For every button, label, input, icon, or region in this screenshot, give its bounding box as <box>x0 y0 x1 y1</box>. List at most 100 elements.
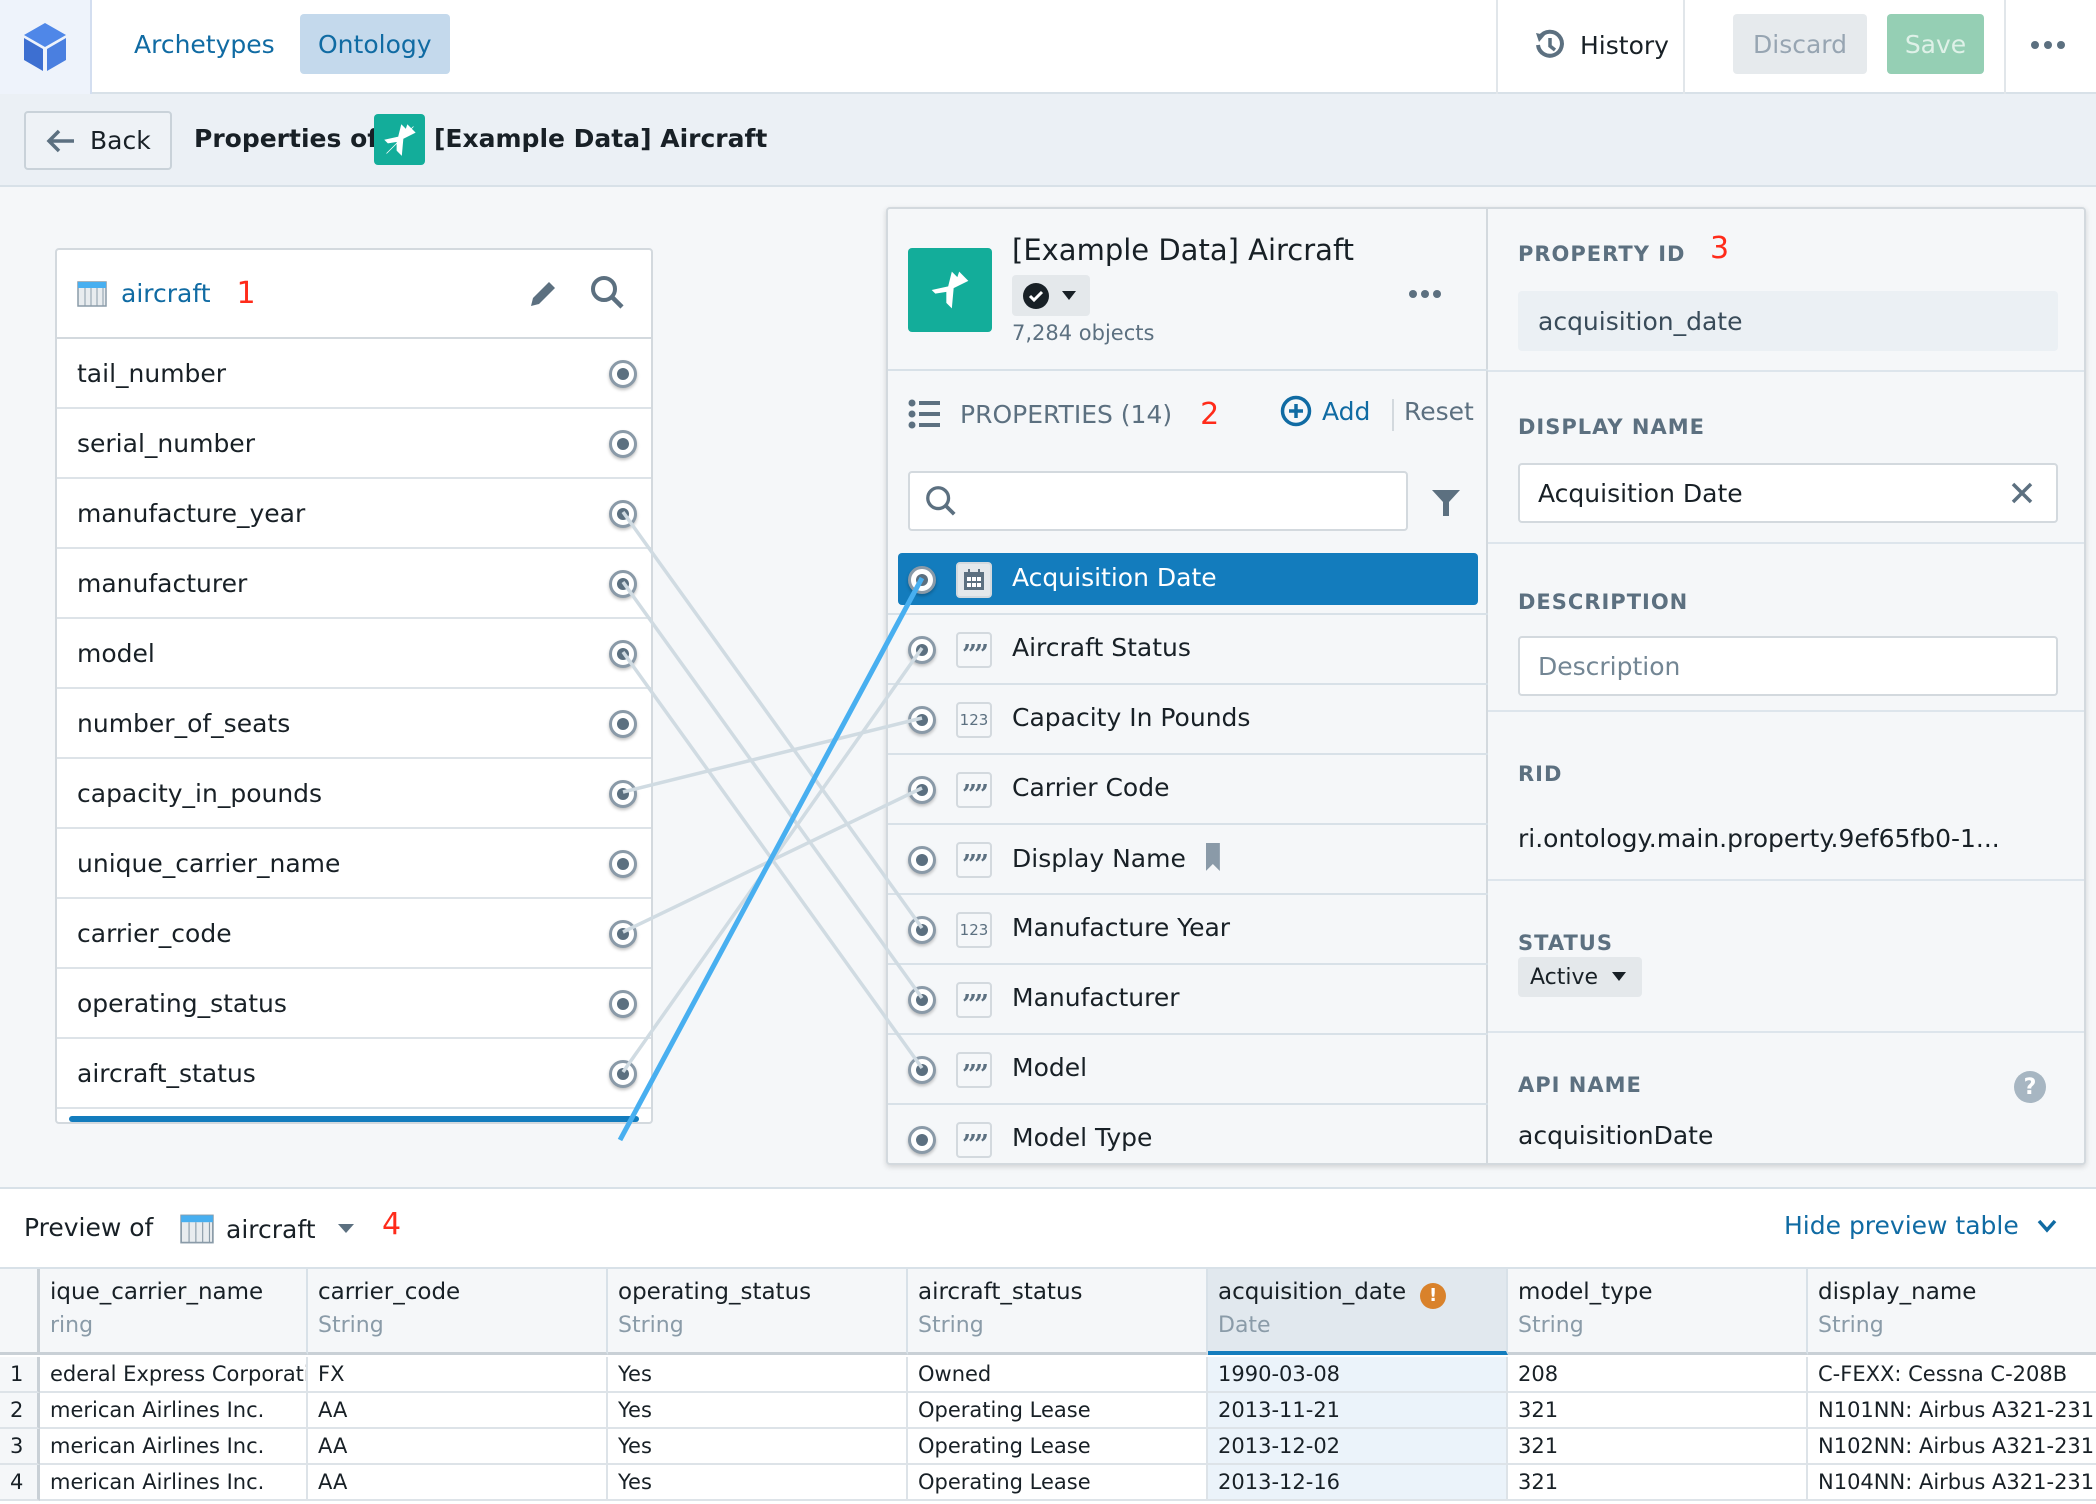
hide-preview-button[interactable]: Hide preview table <box>1784 1211 2057 1240</box>
table-cell[interactable]: Yes <box>608 1393 908 1429</box>
dataset-column-row[interactable]: model <box>57 619 651 689</box>
filter-button[interactable] <box>1428 485 1464 521</box>
connector-handle[interactable] <box>609 990 637 1018</box>
table-cell[interactable]: 321 <box>1508 1393 1808 1429</box>
help-icon[interactable]: ? <box>2014 1071 2046 1103</box>
dataset-column-row[interactable]: unique_carrier_name <box>57 829 651 899</box>
connector-handle[interactable] <box>609 850 637 878</box>
connector-handle[interactable] <box>609 640 637 668</box>
dataset-column-row[interactable]: serial_number <box>57 409 651 479</box>
connector-handle[interactable] <box>908 916 936 944</box>
connector-handle[interactable] <box>908 706 936 734</box>
dataset-column-row[interactable]: manufacture_year <box>57 479 651 549</box>
connector-handle[interactable] <box>609 1060 637 1088</box>
display-name-input[interactable]: Acquisition Date <box>1518 463 2058 523</box>
table-cell[interactable]: 208 <box>1508 1357 1808 1393</box>
column-header[interactable]: carrier_code String <box>308 1269 608 1355</box>
connector-handle[interactable] <box>908 636 936 664</box>
connector-handle[interactable] <box>609 920 637 948</box>
property-search-input[interactable] <box>908 471 1408 531</box>
more-options-button[interactable] <box>2020 28 2076 62</box>
reset-button[interactable]: Reset <box>1398 397 1480 426</box>
property-row[interactable]: 123 Manufacture Year <box>888 895 1488 965</box>
dataset-column-row[interactable]: capacity_in_pounds <box>57 759 651 829</box>
connector-handle[interactable] <box>908 566 936 594</box>
column-header[interactable]: acquisition_date! Date <box>1208 1269 1508 1355</box>
table-cell[interactable]: 321 <box>1508 1465 1808 1501</box>
discard-button[interactable]: Discard <box>1733 14 1867 74</box>
column-header[interactable]: display_name String <box>1808 1269 2096 1355</box>
table-cell[interactable]: C-FEXX: Cessna C-208B <box>1808 1357 2096 1393</box>
table-cell[interactable]: 2013-12-02 <box>1208 1429 1508 1465</box>
clear-button[interactable] <box>2006 477 2038 509</box>
property-row[interactable]: ”” Model Type <box>888 1105 1488 1163</box>
dataset-column-row[interactable]: tail_number <box>57 339 651 409</box>
connector-handle[interactable] <box>609 570 637 598</box>
description-input[interactable]: Description <box>1518 636 2058 696</box>
back-button[interactable]: Back <box>24 111 172 170</box>
connector-handle[interactable] <box>908 986 936 1014</box>
table-cell[interactable]: N104NN: Airbus A321-231 <box>1808 1465 2096 1501</box>
table-cell[interactable]: merican Airlines Inc. <box>40 1465 308 1501</box>
app-logo[interactable] <box>0 0 92 94</box>
status-dropdown[interactable]: Active <box>1518 957 1642 997</box>
table-cell[interactable]: Yes <box>608 1357 908 1393</box>
table-cell[interactable]: 2013-12-16 <box>1208 1465 1508 1501</box>
dataset-column-row[interactable]: aircraft_status <box>57 1039 651 1109</box>
table-cell[interactable]: 2013-11-21 <box>1208 1393 1508 1429</box>
table-cell[interactable]: Operating Lease <box>908 1465 1208 1501</box>
table-cell[interactable]: N101NN: Airbus A321-231 <box>1808 1393 2096 1429</box>
dataset-column-row[interactable]: manufacturer <box>57 549 651 619</box>
table-cell[interactable]: AA <box>308 1465 608 1501</box>
column-header[interactable]: operating_status String <box>608 1269 908 1355</box>
column-header[interactable]: ique_carrier_name ring <box>40 1269 308 1355</box>
object-more-button[interactable] <box>1408 277 1442 305</box>
table-cell[interactable]: merican Airlines Inc. <box>40 1429 308 1465</box>
table-cell[interactable]: 1990-03-08 <box>1208 1357 1508 1393</box>
tab-ontology[interactable]: Ontology <box>300 14 450 74</box>
dataset-name[interactable]: aircraft <box>121 279 211 308</box>
dataset-column-row[interactable]: number_of_seats <box>57 689 651 759</box>
preview-dataset-dropdown[interactable]: aircraft <box>180 1205 354 1253</box>
column-header[interactable]: aircraft_status String <box>908 1269 1208 1355</box>
warning-icon[interactable]: ! <box>1420 1283 1447 1309</box>
connector-handle[interactable] <box>908 846 936 874</box>
property-row[interactable]: ”” Manufacturer <box>888 965 1488 1035</box>
connector-handle[interactable] <box>609 500 637 528</box>
table-cell[interactable]: merican Airlines Inc. <box>40 1393 308 1429</box>
column-header[interactable]: model_type String <box>1508 1269 1808 1355</box>
history-button[interactable]: History <box>1518 14 1685 76</box>
table-cell[interactable]: Operating Lease <box>908 1393 1208 1429</box>
dataset-column-row[interactable]: operating_status <box>57 969 651 1039</box>
table-cell[interactable]: Operating Lease <box>908 1429 1208 1465</box>
table-cell[interactable]: ederal Express Corporation <box>40 1357 308 1393</box>
table-cell[interactable]: 321 <box>1508 1429 1808 1465</box>
connector-handle[interactable] <box>609 710 637 738</box>
connector-handle[interactable] <box>609 780 637 808</box>
property-row[interactable]: ”” Aircraft Status <box>888 615 1488 685</box>
table-cell[interactable]: Owned <box>908 1357 1208 1393</box>
object-status-dropdown[interactable] <box>1012 275 1090 316</box>
tab-archetypes[interactable]: Archetypes <box>116 14 293 74</box>
edit-button[interactable] <box>527 278 559 316</box>
add-property-button[interactable]: Add <box>1280 395 1370 427</box>
connector-handle[interactable] <box>908 776 936 804</box>
search-button[interactable] <box>589 274 625 316</box>
connector-handle[interactable] <box>609 360 637 388</box>
property-row[interactable]: 123 Capacity In Pounds <box>888 685 1488 755</box>
property-row[interactable]: ”” Carrier Code <box>888 755 1488 825</box>
property-row[interactable]: ”” Model <box>888 1035 1488 1105</box>
table-cell[interactable]: Yes <box>608 1429 908 1465</box>
save-button[interactable]: Save <box>1887 14 1984 74</box>
dataset-column-row[interactable]: carrier_code <box>57 899 651 969</box>
table-cell[interactable]: N102NN: Airbus A321-231 <box>1808 1429 2096 1465</box>
property-row[interactable]: Acquisition Date <box>888 545 1488 615</box>
connector-handle[interactable] <box>908 1126 936 1154</box>
object-type-name[interactable]: [Example Data] Aircraft <box>434 124 767 153</box>
table-cell[interactable]: Yes <box>608 1465 908 1501</box>
table-cell[interactable]: AA <box>308 1429 608 1465</box>
table-cell[interactable]: AA <box>308 1393 608 1429</box>
connector-handle[interactable] <box>908 1056 936 1084</box>
table-cell[interactable]: FX <box>308 1357 608 1393</box>
property-row[interactable]: ”” Display Name <box>888 825 1488 895</box>
